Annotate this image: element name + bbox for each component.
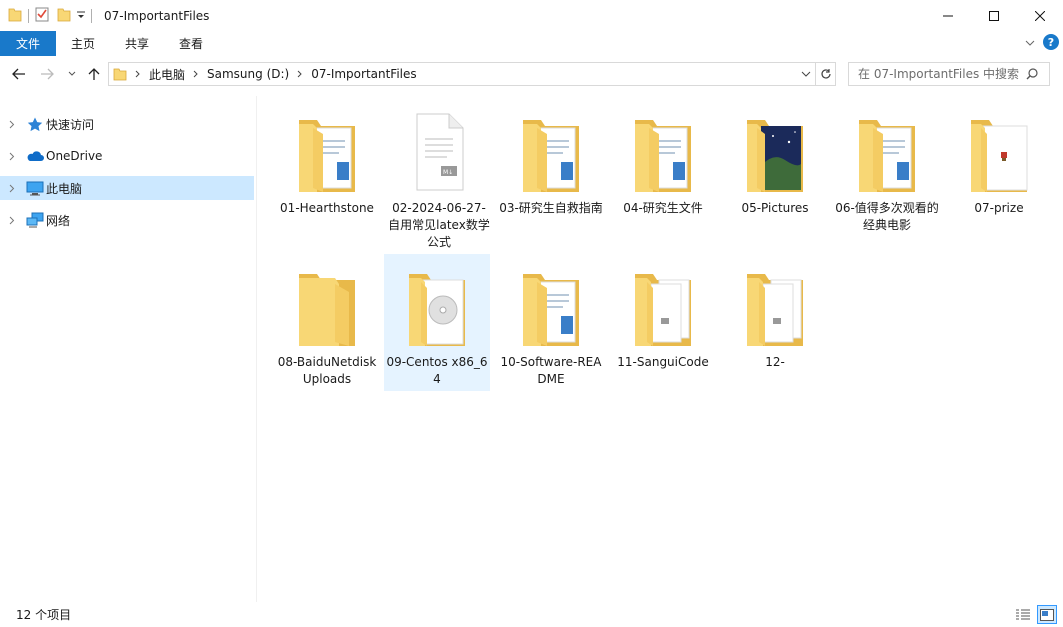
view-switcher xyxy=(1013,605,1057,624)
folder-icon xyxy=(113,67,127,81)
breadcrumb-this-pc[interactable]: 此电脑 xyxy=(149,66,185,83)
nav-item-onedrive[interactable]: OneDrive xyxy=(0,144,254,168)
expand-chevron-icon[interactable] xyxy=(0,216,24,225)
folder-icon xyxy=(610,254,716,354)
folder-disc-icon xyxy=(384,254,490,354)
toolbar-divider xyxy=(91,8,92,23)
help-icon[interactable]: ? xyxy=(1043,34,1059,50)
nav-item-network[interactable]: 网络 xyxy=(0,208,254,232)
tab-home[interactable]: 主页 xyxy=(56,31,110,56)
ribbon-tabs: 文件 主页 共享 查看 ? xyxy=(0,31,1063,56)
cloud-icon xyxy=(24,150,46,162)
expand-ribbon-chevron-icon[interactable] xyxy=(1025,35,1035,49)
svg-text:M↓: M↓ xyxy=(443,169,453,176)
refresh-button[interactable] xyxy=(816,62,836,86)
large-icons-view-icon[interactable] xyxy=(1037,605,1057,624)
quick-access-toolbar xyxy=(0,0,98,31)
file-name: 04-研究生文件 xyxy=(623,201,703,215)
file-tile[interactable]: 10-Software-README xyxy=(498,254,604,391)
folder-icon xyxy=(610,100,716,200)
address-history-dropdown-icon[interactable] xyxy=(801,71,811,77)
file-tile[interactable]: 04-研究生文件 xyxy=(610,100,716,220)
file-name: 06-值得多次观看的经典电影 xyxy=(835,201,939,232)
expand-chevron-icon[interactable] xyxy=(0,152,24,161)
nav-item-label: 网络 xyxy=(46,213,71,228)
file-tile[interactable]: 09-Centos x86_64 xyxy=(384,254,490,391)
file-name: 05-Pictures xyxy=(741,201,809,215)
network-icon xyxy=(24,212,46,228)
breadcrumb-current-folder[interactable]: 07-ImportantFiles xyxy=(311,67,416,81)
chevron-right-icon[interactable] xyxy=(193,70,199,78)
file-list-area: 01-Hearthstone M↓ 02-2024-06-27-自用常见late… xyxy=(270,100,1060,600)
address-row: 此电脑 Samsung (D:) 07-ImportantFiles xyxy=(0,60,1063,88)
file-name: 01-Hearthstone xyxy=(280,201,374,215)
search-input[interactable] xyxy=(858,67,1026,81)
item-count: 12 个项目 xyxy=(16,608,72,622)
file-tile[interactable]: 06-值得多次观看的经典电影 xyxy=(834,100,940,237)
nav-item-quick-access[interactable]: 快速访问 xyxy=(0,112,254,136)
expand-chevron-icon[interactable] xyxy=(0,184,24,193)
folder-icon xyxy=(274,254,380,354)
file-tile[interactable]: 11-SanguiCode xyxy=(610,254,716,374)
minimize-button[interactable] xyxy=(925,0,971,31)
new-folder-icon[interactable] xyxy=(57,6,71,25)
details-view-icon[interactable] xyxy=(1013,605,1033,624)
folder-icon xyxy=(8,6,22,25)
search-box[interactable] xyxy=(848,62,1050,86)
file-name: 03-研究生自救指南 xyxy=(499,201,603,215)
file-name: 11-SanguiCode xyxy=(617,355,709,369)
status-bar: 12 个项目 xyxy=(0,602,1063,627)
file-name: 02-2024-06-27-自用常见latex数学公式 xyxy=(388,201,490,249)
file-tile[interactable]: 08-BaiduNetdiskUploads xyxy=(274,254,380,391)
properties-icon[interactable] xyxy=(35,6,49,25)
computer-icon xyxy=(24,181,46,196)
file-name: 09-Centos x86_64 xyxy=(386,355,488,386)
breadcrumb-drive[interactable]: Samsung (D:) xyxy=(207,67,289,81)
folder-icon xyxy=(834,100,940,200)
chevron-right-icon[interactable] xyxy=(135,70,141,78)
folder-icon xyxy=(498,100,604,200)
nav-item-label: 快速访问 xyxy=(46,117,95,132)
folder-prize-icon xyxy=(946,100,1052,200)
folder-icon xyxy=(274,100,380,200)
close-button[interactable] xyxy=(1017,0,1063,31)
title-bar: 07-ImportantFiles xyxy=(0,0,1063,31)
navigation-pane: 快速访问 OneDrive 此电脑 网络 xyxy=(0,96,257,602)
file-tile[interactable]: 01-Hearthstone xyxy=(274,100,380,220)
tab-view[interactable]: 查看 xyxy=(164,31,218,56)
nav-item-label: OneDrive xyxy=(46,149,103,163)
address-bar[interactable]: 此电脑 Samsung (D:) 07-ImportantFiles xyxy=(108,62,816,86)
nav-item-label: 此电脑 xyxy=(46,181,83,196)
window-controls xyxy=(925,0,1063,31)
markdown-file-icon: M↓ xyxy=(386,100,492,200)
maximize-button[interactable] xyxy=(971,0,1017,31)
folder-icon xyxy=(498,254,604,354)
customize-toolbar-dropdown-icon[interactable] xyxy=(77,9,85,23)
up-button[interactable] xyxy=(86,64,102,84)
file-name: 07-prize xyxy=(974,201,1024,215)
file-name: 08-BaiduNetdiskUploads xyxy=(277,355,377,386)
file-tile[interactable]: 03-研究生自救指南 xyxy=(498,100,604,220)
star-icon xyxy=(24,117,46,132)
window-title: 07-ImportantFiles xyxy=(104,8,210,23)
file-name: 10-Software-README xyxy=(500,355,602,386)
file-tile[interactable]: 12- xyxy=(722,254,828,374)
forward-button[interactable] xyxy=(38,64,56,84)
file-tile[interactable]: 07-prize xyxy=(946,100,1052,220)
expand-chevron-icon[interactable] xyxy=(0,120,24,129)
file-tile[interactable]: 05-Pictures xyxy=(722,100,828,220)
recent-locations-dropdown-icon[interactable] xyxy=(66,64,78,84)
back-button[interactable] xyxy=(10,64,28,84)
tab-share[interactable]: 共享 xyxy=(110,31,164,56)
folder-icon xyxy=(722,254,828,354)
toolbar-divider xyxy=(28,8,29,23)
folder-picture-icon xyxy=(722,100,828,200)
search-icon[interactable] xyxy=(1026,68,1038,80)
nav-item-this-pc[interactable]: 此电脑 xyxy=(0,176,254,200)
file-tile[interactable]: M↓ 02-2024-06-27-自用常见latex数学公式 xyxy=(386,100,492,254)
file-name: 12- xyxy=(765,355,785,369)
chevron-right-icon[interactable] xyxy=(297,70,303,78)
tab-file[interactable]: 文件 xyxy=(0,31,56,56)
